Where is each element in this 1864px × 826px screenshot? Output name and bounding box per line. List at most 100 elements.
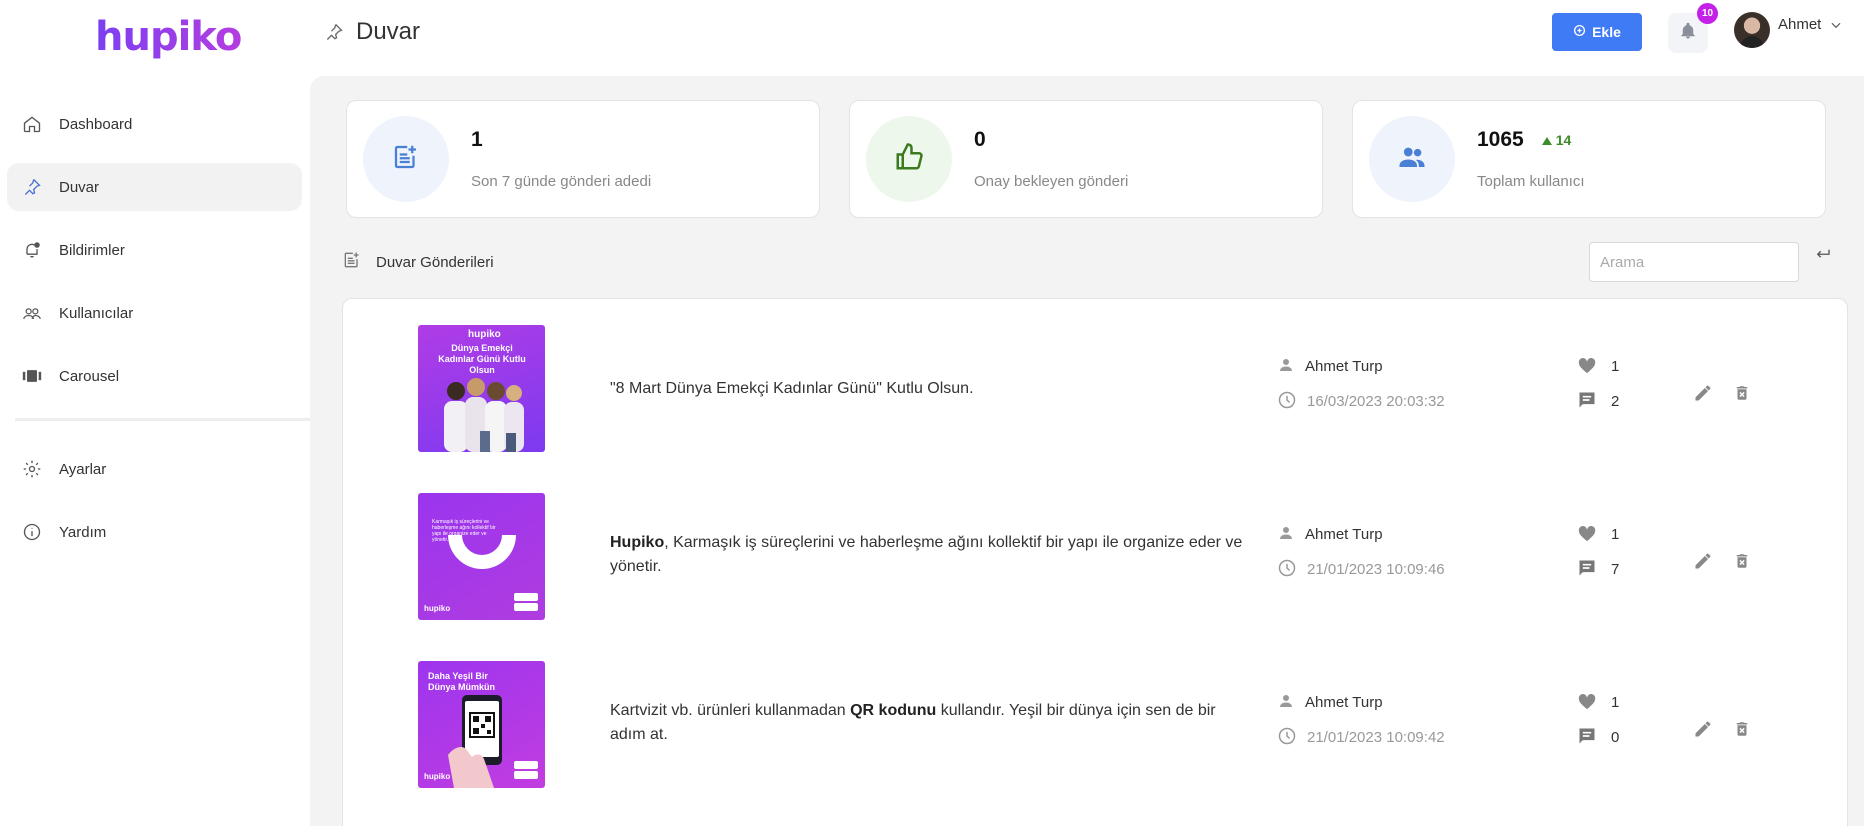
delete-icon[interactable] [1733, 719, 1751, 739]
notification-count-badge: 10 [1697, 3, 1718, 24]
delete-icon[interactable] [1733, 383, 1751, 403]
user-name: Ahmet [1778, 16, 1822, 33]
post-date: 21/01/2023 10:09:42 [1277, 720, 1445, 755]
clock-icon [1277, 390, 1297, 414]
stat-delta-value: 14 [1555, 132, 1572, 148]
post-timestamp: 21/01/2023 10:09:46 [1307, 561, 1445, 578]
sidebar-item-bildirimler[interactable]: Bildirimler [7, 226, 302, 274]
sidebar: hupiko Dashboard Duvar Bildirimler Kulla… [0, 0, 310, 826]
post-row: hupiko Dünya Emekçi Kadınlar Günü Kutlu … [343, 325, 1847, 453]
edit-icon[interactable] [1693, 551, 1713, 571]
post-actions [1693, 551, 1751, 571]
likes-count: 1 [1611, 694, 1620, 711]
post-likes: 1 [1577, 517, 1619, 552]
sidebar-item-label: Bildirimler [59, 241, 125, 259]
play-store-badge [514, 603, 538, 611]
bell-alert-icon [21, 239, 43, 261]
sidebar-item-label: Yardım [59, 523, 107, 541]
sidebar-item-kullanicilar[interactable]: Kullanıcılar [7, 289, 302, 337]
post-thumbnail[interactable]: Daha Yeşil Bir Dünya Mümkün hupiko [418, 661, 545, 788]
arrow-up-icon [1541, 132, 1552, 148]
likes-count: 1 [1611, 526, 1620, 543]
author-name: Ahmet Turp [1305, 526, 1383, 543]
gear-icon [21, 458, 43, 480]
sidebar-item-duvar[interactable]: Duvar [7, 163, 302, 211]
post-text-content: Kartvizit vb. ürünleri kullanmadan [610, 702, 851, 719]
comment-icon [1577, 726, 1597, 750]
comments-count: 7 [1611, 561, 1620, 578]
stat-value: 1065 14 [1477, 128, 1571, 152]
post-author: Ahmet Turp [1277, 349, 1445, 384]
users-icon [21, 302, 43, 324]
post-likes: 1 [1577, 685, 1619, 720]
thumb-caption: Dünya Emekçi Kadınlar Günü Kutlu Olsun [438, 343, 526, 375]
heart-icon [1577, 356, 1597, 378]
post-actions [1693, 383, 1751, 403]
post-thumbnail[interactable]: hupiko Dünya Emekçi Kadınlar Günü Kutlu … [418, 325, 545, 452]
info-icon [21, 521, 43, 543]
return-icon[interactable] [1812, 246, 1834, 269]
posts-list: hupiko Dünya Emekçi Kadınlar Günü Kutlu … [342, 298, 1848, 826]
stat-icon-circle [1369, 116, 1455, 202]
home-icon [21, 113, 43, 135]
add-button[interactable]: Ekle [1552, 13, 1642, 51]
stat-number: 1065 [1477, 128, 1524, 151]
person-icon [1277, 692, 1295, 714]
sidebar-item-label: Carousel [59, 367, 120, 385]
post-row: Karmaşık iş süreçlerini ve haberleşme ağ… [343, 493, 1847, 621]
stat-card-posts: 1 Son 7 günde gönderi adedi [346, 100, 820, 218]
group-icon [1396, 142, 1428, 177]
sidebar-item-dashboard[interactable]: Dashboard [7, 100, 302, 148]
heart-icon [1577, 692, 1597, 714]
post-text: "8 Mart Dünya Emekçi Kadınlar Günü" Kutl… [610, 377, 1250, 401]
sidebar-item-ayarlar[interactable]: Ayarlar [7, 445, 302, 493]
user-menu[interactable]: Ahmet [1734, 12, 1843, 48]
add-button-label: Ekle [1592, 24, 1621, 40]
post-likes: 1 [1577, 349, 1619, 384]
thumb-up-icon [894, 142, 924, 177]
stat-label: Toplam kullanıcı [1477, 173, 1585, 190]
edit-icon[interactable] [1693, 383, 1713, 403]
thumb-logo: hupiko [424, 604, 451, 613]
post-meta: Ahmet Turp 21/01/2023 10:09:42 [1277, 685, 1445, 755]
post-thumbnail[interactable]: Karmaşık iş süreçlerini ve haberleşme ağ… [418, 493, 545, 620]
search-input[interactable] [1589, 242, 1799, 282]
clock-icon [1277, 558, 1297, 582]
topbar: Duvar Ekle 10 Ahmet [310, 0, 1864, 76]
comment-icon [1577, 558, 1597, 582]
post-text-bold: Hupiko [610, 534, 665, 551]
carousel-icon [21, 365, 43, 387]
clock-icon [1277, 726, 1297, 750]
page-title-text: Duvar [356, 18, 421, 45]
pin-icon [21, 176, 43, 198]
edit-icon[interactable] [1693, 719, 1713, 739]
app-logo[interactable]: hupiko [95, 14, 242, 60]
delete-icon[interactable] [1733, 551, 1751, 571]
play-store-badge [514, 771, 538, 779]
women-group-illustration [444, 378, 524, 452]
thumb-caption: Daha Yeşil Bir Dünya Mümkün [428, 671, 496, 692]
sidebar-item-label: Ayarlar [59, 460, 107, 478]
post-stats: 1 0 [1577, 685, 1619, 755]
main-content: 1 Son 7 günde gönderi adedi 0 Onay bekle… [310, 76, 1864, 826]
stat-delta: 14 [1541, 132, 1572, 148]
section-header: Duvar Gönderileri [342, 250, 494, 274]
post-comments: 2 [1577, 384, 1619, 419]
stat-label: Onay bekleyen gönderi [974, 173, 1129, 190]
page-title: Duvar [324, 18, 420, 46]
thumb-logo: hupiko [424, 772, 451, 781]
section-title: Duvar Gönderileri [376, 253, 494, 271]
post-comments: 0 [1577, 720, 1619, 755]
sidebar-divider [15, 418, 310, 421]
post-date: 16/03/2023 20:03:32 [1277, 384, 1445, 419]
thumb-logo: hupiko [468, 329, 501, 340]
post-add-icon [342, 250, 362, 274]
post-comments: 7 [1577, 552, 1619, 587]
sidebar-item-label: Dashboard [59, 115, 133, 133]
pin-icon [324, 22, 344, 42]
post-stats: 1 7 [1577, 517, 1619, 587]
post-actions [1693, 719, 1751, 739]
person-icon [1277, 524, 1295, 546]
sidebar-item-carousel[interactable]: Carousel [7, 352, 302, 400]
sidebar-item-yardim[interactable]: Yardım [7, 508, 302, 556]
